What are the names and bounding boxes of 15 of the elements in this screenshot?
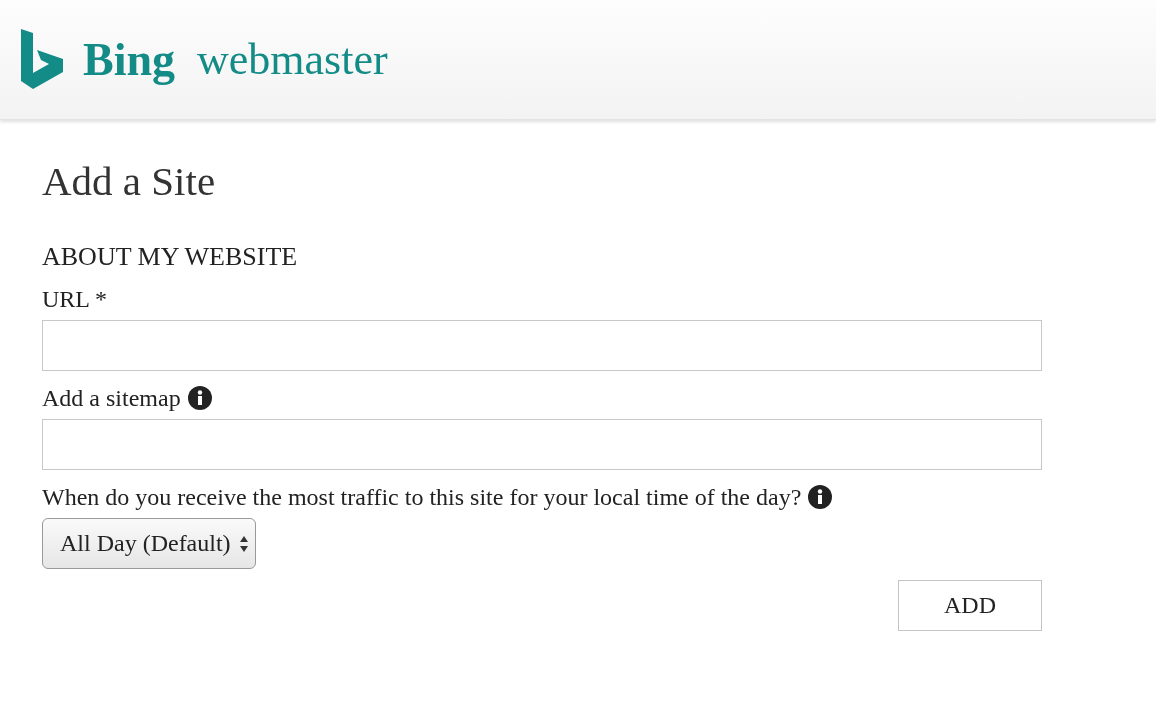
field-label: URL *: [42, 285, 108, 314]
up-down-arrows-icon: [238, 534, 249, 553]
page-title: Add a Site: [42, 157, 217, 206]
input-field[interactable]: [42, 320, 1042, 371]
info-icon[interactable]: [808, 485, 833, 509]
field-label: When do you receive the most traffic to this site for your local time of the day?: [42, 483, 802, 512]
input-field[interactable]: [42, 419, 1042, 470]
time-select[interactable]: All Day (Default): [42, 518, 256, 569]
product-name: webmaster: [197, 34, 388, 85]
brand-name: Bing: [83, 33, 176, 86]
bing-logo-icon: [21, 28, 63, 89]
add-button[interactable]: ADD: [898, 580, 1042, 631]
section-heading: ABOUT MY WEBSITE: [42, 242, 299, 272]
field-label: Add a sitemap: [42, 384, 181, 413]
info-icon[interactable]: [187, 386, 212, 410]
